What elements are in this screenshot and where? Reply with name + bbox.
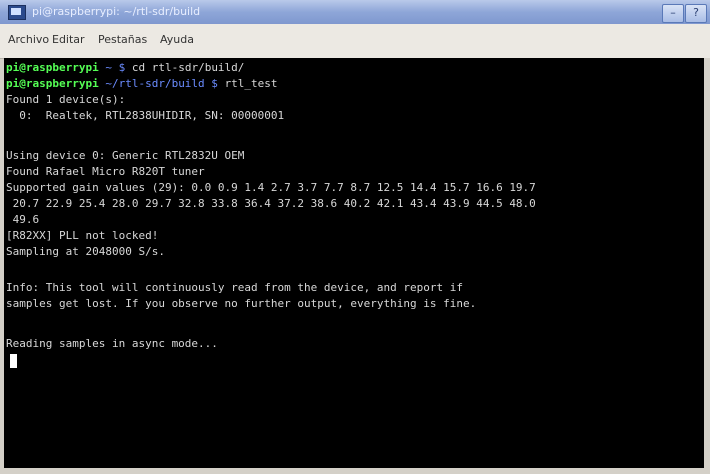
output-line: Using device 0: Generic RTL2832U OEM (6, 149, 245, 162)
text-cursor (10, 354, 17, 368)
menu-bar: Archivo Editar Pestañas Ayuda (0, 24, 710, 59)
prompt-user-host: pi@raspberrypi (6, 77, 99, 90)
output-line: 20.7 22.9 25.4 28.0 29.7 32.8 33.8 36.4 … (6, 197, 536, 210)
output-line: Info: This tool will continuously read f… (6, 281, 463, 294)
menu-editar[interactable]: Editar (52, 33, 85, 46)
output-line: 49.6 (6, 213, 40, 226)
terminal-app-icon (8, 5, 26, 20)
menu-pestanas[interactable]: Pestañas (98, 33, 147, 46)
output-line: Sampling at 2048000 S/s. (6, 245, 165, 258)
terminal-output[interactable]: pi@raspberrypi ~ $ cd rtl-sdr/build/ pi@… (4, 58, 704, 468)
output-line: 0: Realtek, RTL2838UHIDIR, SN: 00000001 (6, 109, 285, 122)
command-line: pi@raspberrypi ~ $ cd rtl-sdr/build/ (6, 60, 244, 76)
output-line: Found 1 device(s): (6, 93, 126, 106)
command-line: pi@raspberrypi ~/rtl-sdr/build $ rtl_tes… (6, 76, 278, 92)
output-line: [R82XX] PLL not locked! (6, 229, 159, 242)
title-bar[interactable]: pi@raspberrypi: ~/rtl-sdr/build – ? (0, 0, 710, 24)
window-right-edge (704, 58, 710, 474)
menu-ayuda[interactable]: Ayuda (160, 33, 194, 46)
command-text: cd rtl-sdr/build/ (131, 61, 245, 74)
prompt-user-host: pi@raspberrypi (6, 61, 99, 74)
prompt-path: ~/rtl-sdr/build $ (98, 77, 225, 90)
output-line: Supported gain values (29): 0.0 0.9 1.4 … (6, 181, 536, 194)
output-line: Reading samples in async mode... (6, 337, 218, 350)
terminal-window: pi@raspberrypi: ~/rtl-sdr/build – ? Arch… (0, 0, 710, 474)
prompt-path: ~ $ (98, 61, 132, 74)
minimize-button[interactable]: – (662, 4, 684, 23)
maximize-button[interactable]: ? (685, 4, 707, 23)
window-title: pi@raspberrypi: ~/rtl-sdr/build (32, 5, 201, 18)
output-line: samples get lost. If you observe no furt… (6, 297, 477, 310)
output-line: Found Rafael Micro R820T tuner (6, 165, 205, 178)
menu-archivo[interactable]: Archivo (8, 33, 49, 46)
command-text: rtl_test (224, 77, 278, 90)
